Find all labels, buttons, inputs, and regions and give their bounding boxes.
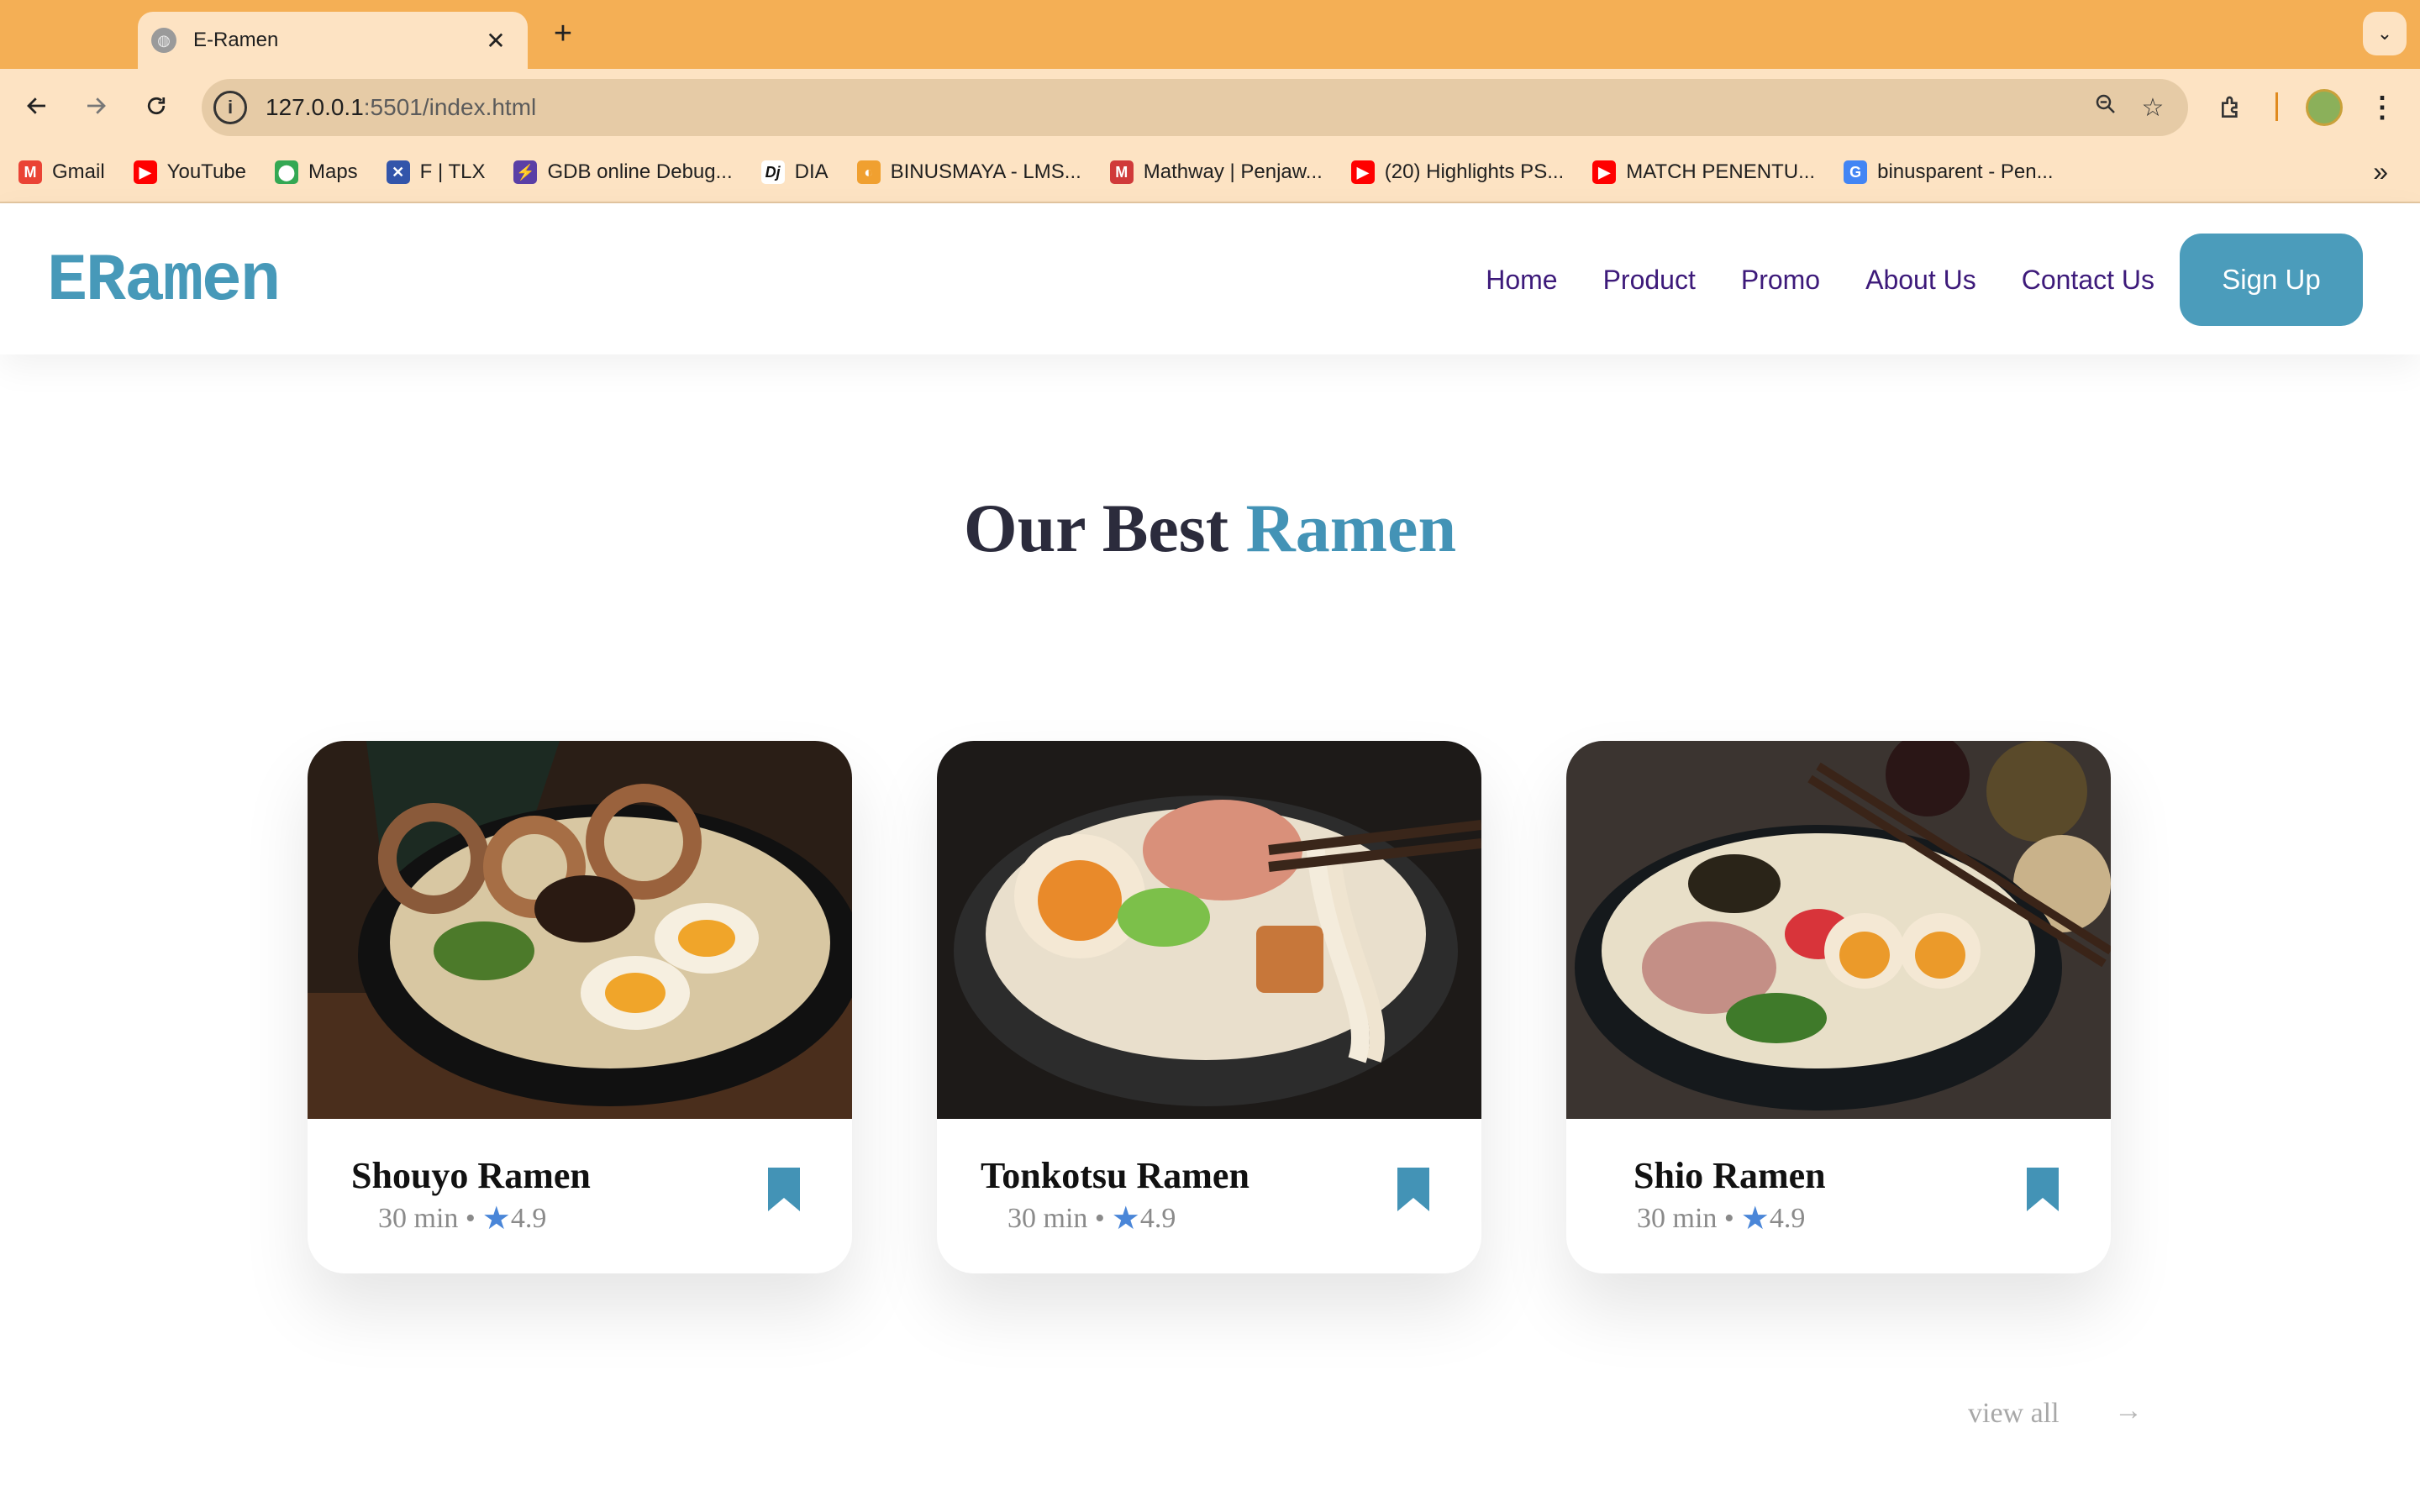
url-host: 127.0.0.1 (266, 94, 364, 120)
gdb-icon: ⚡ (513, 160, 538, 184)
nav-product[interactable]: Product (1603, 265, 1696, 296)
nav-contact-us[interactable]: Contact Us (2022, 265, 2154, 296)
card-time: 30 min • (378, 1202, 476, 1234)
bookmark-icon[interactable] (1397, 1168, 1429, 1211)
nav-about-us[interactable]: About Us (1865, 265, 1976, 296)
bookmark-label: GDB online Debug... (547, 160, 733, 183)
back-icon[interactable] (17, 86, 57, 126)
forward-icon[interactable] (76, 86, 116, 126)
bookmark-label: Mathway | Penjaw... (1143, 160, 1323, 183)
new-tab-button[interactable]: + (544, 15, 581, 52)
youtube-icon: ▶ (1350, 160, 1375, 184)
sign-up-button[interactable]: Sign Up (2180, 234, 2363, 326)
binusmaya-icon: ◐ (856, 160, 881, 184)
bookmark-item[interactable]: ⬤ Maps (274, 160, 358, 184)
card-time: 30 min • (1007, 1202, 1105, 1234)
tab-title: E-Ramen (193, 29, 279, 51)
arrow-right-icon[interactable]: → (2114, 1394, 2143, 1427)
card-title: Shouyo Ramen (351, 1155, 591, 1196)
bookmark-icon[interactable] (768, 1168, 800, 1211)
bookmark-item[interactable]: Gbinusparent - Pen... (1844, 160, 2054, 184)
bookmark-label: BINUSMAYA - LMS... (890, 160, 1081, 183)
bookmark-label: YouTube (166, 160, 246, 183)
nav-promo[interactable]: Promo (1741, 265, 1820, 296)
bookmark-label: F | TLX (419, 160, 486, 183)
title-main: Our Best (963, 490, 1229, 566)
youtube-icon: ▶ (133, 160, 157, 184)
extensions-icon[interactable] (2208, 84, 2255, 131)
dia-icon: Dj (760, 160, 785, 184)
card-title: Tonkotsu Ramen (981, 1155, 1249, 1196)
gmail-icon: M (18, 160, 42, 184)
bookmark-item[interactable]: ▶ MATCH PENENTU... (1592, 160, 1815, 184)
browser-menu-icon[interactable]: ⋮ (2368, 84, 2396, 131)
star-icon: ★ (481, 1201, 511, 1236)
bookmark-item[interactable]: M Gmail (18, 160, 105, 184)
ramen-photo-tonkotsu (937, 741, 1481, 1119)
title-accent: Ramen (1245, 490, 1457, 566)
bookmark-label: Maps (308, 160, 358, 183)
zoom-icon[interactable] (2082, 92, 2129, 123)
star-icon: ★ (1740, 1201, 1770, 1236)
nav-home[interactable]: Home (1486, 265, 1557, 296)
bookmark-item[interactable]: Dj DIA (760, 160, 829, 184)
bookmark-label: binusparent - Pen... (1877, 160, 2054, 183)
tab-search-button[interactable]: ⌄ (2363, 12, 2407, 55)
maps-icon: ⬤ (274, 160, 298, 184)
site-navbar: ERamen Home Product Promo About Us Conta… (0, 203, 2420, 354)
url-text[interactable]: 127.0.0.1:5501/index.html (266, 94, 2082, 121)
browser-tab-active[interactable]: ◍ E-Ramen ✕ (138, 12, 528, 69)
address-bar[interactable]: i 127.0.0.1:5501/index.html ☆ (202, 79, 2188, 136)
ramen-card[interactable]: Tonkotsu Ramen 30 min • ★ 4.9 (937, 741, 1481, 1273)
bookmark-label: DIA (794, 160, 829, 183)
card-title: Shio Ramen (1634, 1155, 1826, 1196)
view-all-link[interactable]: view all (1968, 1398, 2060, 1430)
google-icon: G (1844, 160, 1868, 184)
card-rating: 4.9 (1139, 1202, 1176, 1234)
profile-avatar[interactable] (2306, 89, 2343, 126)
card-meta: 30 min • ★ 4.9 (1007, 1200, 1176, 1237)
bookmark-item[interactable]: M Mathway | Penjaw... (1109, 160, 1323, 184)
bookmark-icon[interactable] (2027, 1168, 2059, 1211)
bookmark-item[interactable]: ◐ BINUSMAYA - LMS... (856, 160, 1081, 184)
bookmarks-overflow-icon[interactable]: » (2373, 156, 2388, 187)
site-info-icon[interactable]: i (213, 91, 247, 124)
ramen-card[interactable]: Shio Ramen 30 min • ★ 4.9 (1566, 741, 2111, 1273)
card-time: 30 min • (1637, 1202, 1734, 1234)
close-tab-icon[interactable]: ✕ (482, 27, 509, 55)
bookmarks-bar: M Gmail ▶ YouTube ⬤ Maps ✕ F | TLX ⚡ GDB online D… (0, 143, 2420, 203)
card-meta: 30 min • ★ 4.9 (378, 1200, 546, 1237)
bookmark-item[interactable]: ⚡ GDB online Debug... (513, 160, 733, 184)
bookmark-item[interactable]: ▶ (20) Highlights PS... (1350, 160, 1565, 184)
url-path: :5501/index.html (363, 94, 537, 120)
card-rating: 4.9 (1769, 1202, 1806, 1234)
bookmark-label: (20) Highlights PS... (1384, 160, 1565, 183)
section-title: Our Best Ramen (0, 489, 2420, 568)
ramen-photo-shio (1566, 741, 2111, 1119)
mathway-icon: M (1109, 160, 1134, 184)
reload-icon[interactable] (136, 86, 176, 126)
bookmark-label: MATCH PENENTU... (1626, 160, 1816, 183)
card-rating: 4.9 (510, 1202, 547, 1234)
ramen-photo-shouyo (308, 741, 852, 1119)
bookmark-item[interactable]: ▶ YouTube (133, 160, 246, 184)
bookmark-star-icon[interactable]: ☆ (2129, 93, 2176, 123)
ramen-card[interactable]: Shouyo Ramen 30 min • ★ 4.9 (308, 741, 852, 1273)
card-meta: 30 min • ★ 4.9 (1637, 1200, 1805, 1237)
bookmark-item[interactable]: ✕ F | TLX (386, 160, 486, 184)
star-icon: ★ (1111, 1201, 1140, 1236)
globe-icon: ◍ (151, 28, 176, 53)
toolbar-divider (2275, 92, 2278, 121)
site-logo[interactable]: ERamen (47, 244, 281, 320)
browser-tab-strip: ◍ E-Ramen ✕ + ⌄ (0, 0, 2420, 69)
tlx-icon: ✕ (386, 160, 410, 184)
nav-links: Home Product Promo About Us Contact Us S… (1440, 234, 2363, 326)
youtube-icon: ▶ (1592, 160, 1617, 184)
bookmark-label: Gmail (52, 160, 105, 183)
